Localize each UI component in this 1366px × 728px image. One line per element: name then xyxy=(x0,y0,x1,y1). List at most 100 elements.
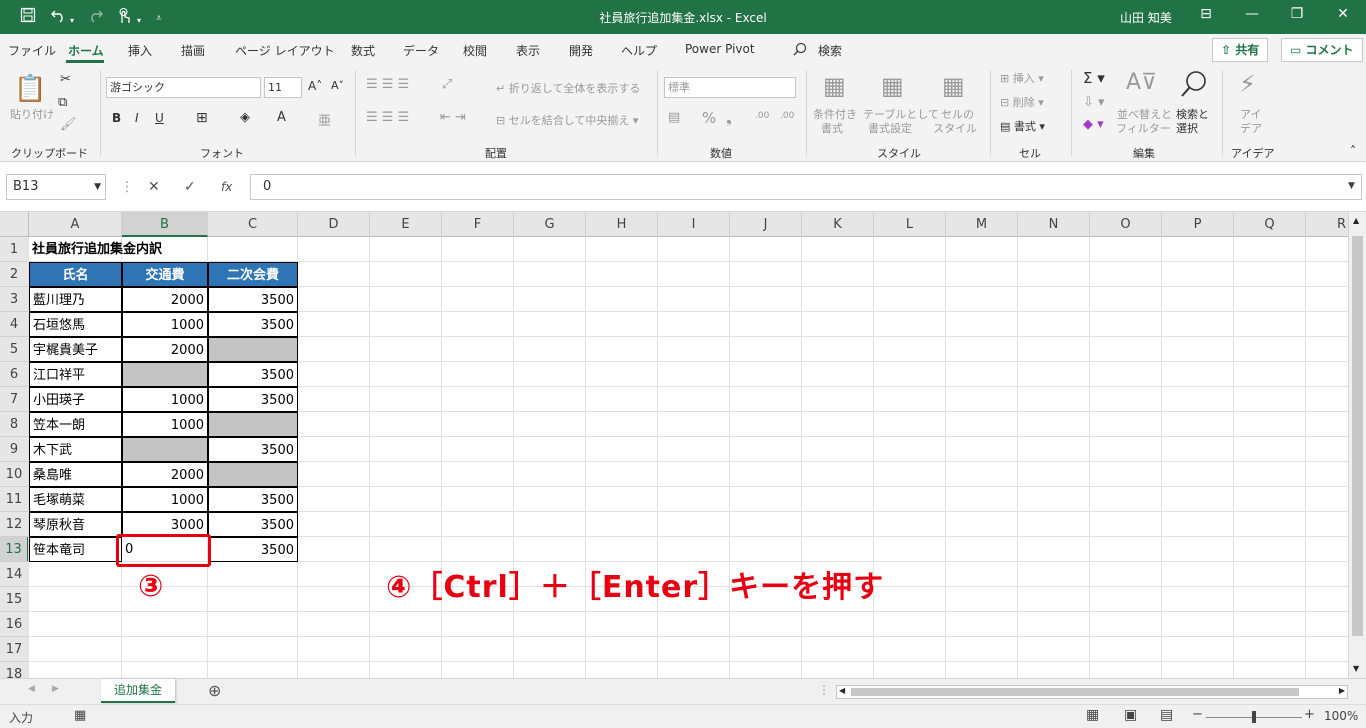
tab-insert[interactable]: 挿入 xyxy=(128,42,152,59)
tab-page-layout[interactable]: ページ レイアウト xyxy=(235,42,335,59)
expand-formula-icon[interactable]: ▼ xyxy=(1348,181,1355,191)
row-header-8[interactable]: 8 xyxy=(0,412,29,437)
font-name-select[interactable]: 游ゴシック xyxy=(106,77,261,98)
column-header-C[interactable]: C xyxy=(208,212,298,237)
row-header-17[interactable]: 17 xyxy=(0,637,29,662)
column-header-A[interactable]: A xyxy=(29,212,122,237)
cell-name[interactable]: 笹本竜司 xyxy=(29,537,122,562)
cell-transport[interactable]: 1000 xyxy=(122,387,208,412)
row-header-18[interactable]: 18 xyxy=(0,662,29,678)
scroll-right-icon[interactable]: ▶ xyxy=(1339,686,1345,695)
zoom-slider-thumb[interactable] xyxy=(1252,711,1256,723)
tab-view[interactable]: 表示 xyxy=(516,42,540,59)
cell-afterparty[interactable] xyxy=(208,337,298,362)
search-icon[interactable] xyxy=(793,42,807,59)
tab-formulas[interactable]: 数式 xyxy=(351,42,375,59)
autosum-icon[interactable]: Σ ▾ xyxy=(1083,69,1105,87)
row-header-4[interactable]: 4 xyxy=(0,312,29,337)
cell-transport[interactable]: 1000 xyxy=(122,412,208,437)
scroll-thumb[interactable] xyxy=(1352,236,1363,636)
select-all-corner[interactable] xyxy=(0,212,29,237)
row-header-9[interactable]: 9 xyxy=(0,437,29,462)
shrink-font-icon[interactable]: A˅ xyxy=(331,79,344,92)
align-left-icon[interactable]: ☰ ☰ ☰ xyxy=(366,110,409,125)
orientation-icon[interactable]: ⤢ xyxy=(442,77,452,92)
normal-view-icon[interactable]: ▦ xyxy=(1086,707,1099,723)
scroll-left-icon[interactable]: ◀ xyxy=(839,686,845,695)
fill-color-icon[interactable]: ◈ xyxy=(240,110,250,125)
paste-icon[interactable]: 📋 xyxy=(14,74,46,104)
font-size-select[interactable]: 11 xyxy=(264,77,302,98)
add-sheet-icon[interactable]: ⊕ xyxy=(208,681,221,700)
clear-icon[interactable]: ◆ ▾ xyxy=(1083,117,1104,132)
cell-afterparty[interactable]: 3500 xyxy=(208,387,298,412)
row-header-5[interactable]: 5 xyxy=(0,337,29,362)
spreadsheet-grid[interactable]: ABCDEFGHIJKLMNOPQR 1 2 3 4 5 6 7 8 9 10 11 12 13 14 15… xyxy=(0,212,1366,678)
percent-icon[interactable]: % xyxy=(702,109,716,127)
comment-button[interactable]: ▭ コメント xyxy=(1281,38,1363,62)
conditional-format-label2[interactable]: 書式 xyxy=(821,120,843,136)
cell-transport[interactable]: 2000 xyxy=(122,287,208,312)
ideas-label2[interactable]: デア xyxy=(1240,120,1262,136)
find-select-label2[interactable]: 選択 xyxy=(1176,120,1198,136)
ribbon-display-icon[interactable]: ⊟ xyxy=(1191,6,1221,22)
cell-transport[interactable] xyxy=(122,362,208,387)
column-header-F[interactable]: F xyxy=(442,212,514,237)
h-scroll-thumb[interactable] xyxy=(851,688,1299,696)
italic-icon[interactable]: I xyxy=(135,111,139,125)
cell-styles-icon[interactable]: ▦ xyxy=(942,72,965,100)
grow-font-icon[interactable]: A˄ xyxy=(308,79,322,93)
tab-power-pivot[interactable]: Power Pivot xyxy=(685,42,755,56)
cell-header-3[interactable]: 二次会費 xyxy=(208,262,298,287)
tab-home[interactable]: ホーム xyxy=(68,42,104,59)
column-header-Q[interactable]: Q xyxy=(1234,212,1306,237)
number-format-select[interactable]: 標準 xyxy=(664,77,796,98)
tab-review[interactable]: 校閲 xyxy=(463,42,487,59)
fill-icon[interactable]: ⇩ ▾ xyxy=(1083,95,1105,110)
cell-afterparty[interactable]: 3500 xyxy=(208,287,298,312)
cell-name[interactable]: 宇梶貴美子 xyxy=(29,337,122,362)
decrease-decimal-icon[interactable]: .00 xyxy=(780,111,794,121)
minimize-icon[interactable]: — xyxy=(1237,6,1267,22)
user-name[interactable]: 山田 知美 xyxy=(1120,9,1172,26)
page-break-view-icon[interactable]: ▤ xyxy=(1160,707,1173,723)
wrap-text-button[interactable]: ↵ 折り返して全体を表示する xyxy=(496,80,640,96)
cell-styles-label2[interactable]: スタイル xyxy=(933,120,977,136)
row-header-14[interactable]: 14 xyxy=(0,562,29,587)
tab-developer[interactable]: 開発 xyxy=(569,42,593,59)
cell-afterparty[interactable] xyxy=(208,412,298,437)
zoom-in-icon[interactable]: + xyxy=(1304,707,1315,722)
cell-header-2[interactable]: 交通費 xyxy=(122,262,208,287)
column-header-J[interactable]: J xyxy=(730,212,802,237)
format-cells-button[interactable]: ▤ 書式 ▾ xyxy=(1000,118,1045,134)
format-as-table-icon[interactable]: ▦ xyxy=(881,72,904,100)
formula-input[interactable]: 0 xyxy=(250,174,1362,200)
cell-name[interactable]: 藍川理乃 xyxy=(29,287,122,312)
row-header-6[interactable]: 6 xyxy=(0,362,29,387)
enter-icon[interactable]: ✓ xyxy=(184,174,196,200)
cell-name[interactable]: 毛塚萌菜 xyxy=(29,487,122,512)
comma-icon[interactable]: ❟ xyxy=(726,109,732,127)
cell-name[interactable]: 木下武 xyxy=(29,437,122,462)
cell-afterparty[interactable]: 3500 xyxy=(208,362,298,387)
column-header-I[interactable]: I xyxy=(658,212,730,237)
cell-transport[interactable]: 1000 xyxy=(122,487,208,512)
cell-header-1[interactable]: 氏名 xyxy=(29,262,122,287)
tab-search[interactable]: 検索 xyxy=(818,42,842,59)
row-header-2[interactable]: 2 xyxy=(0,262,29,287)
macro-record-icon[interactable]: ▦ xyxy=(74,708,86,723)
tab-file[interactable]: ファイル xyxy=(8,42,56,59)
cell-afterparty[interactable]: 3500 xyxy=(208,537,298,562)
row-header-16[interactable]: 16 xyxy=(0,612,29,637)
name-box[interactable]: B13 ▼ xyxy=(6,174,106,200)
phonetic-icon[interactable]: 亜 xyxy=(318,110,331,129)
cell-name[interactable]: 小田瑛子 xyxy=(29,387,122,412)
tab-help[interactable]: ヘルプ xyxy=(621,42,657,59)
delete-cells-button[interactable]: ⊟ 削除 ▾ xyxy=(1000,94,1044,110)
cell-afterparty[interactable]: 3500 xyxy=(208,487,298,512)
cancel-icon[interactable]: ✕ xyxy=(148,174,160,200)
row-header-11[interactable]: 11 xyxy=(0,487,29,512)
indent-icon[interactable]: ⇤ ⇥ xyxy=(440,110,466,125)
horizontal-scrollbar[interactable]: ◀ ▶ xyxy=(836,685,1348,699)
restore-icon[interactable]: ❐ xyxy=(1282,6,1312,22)
